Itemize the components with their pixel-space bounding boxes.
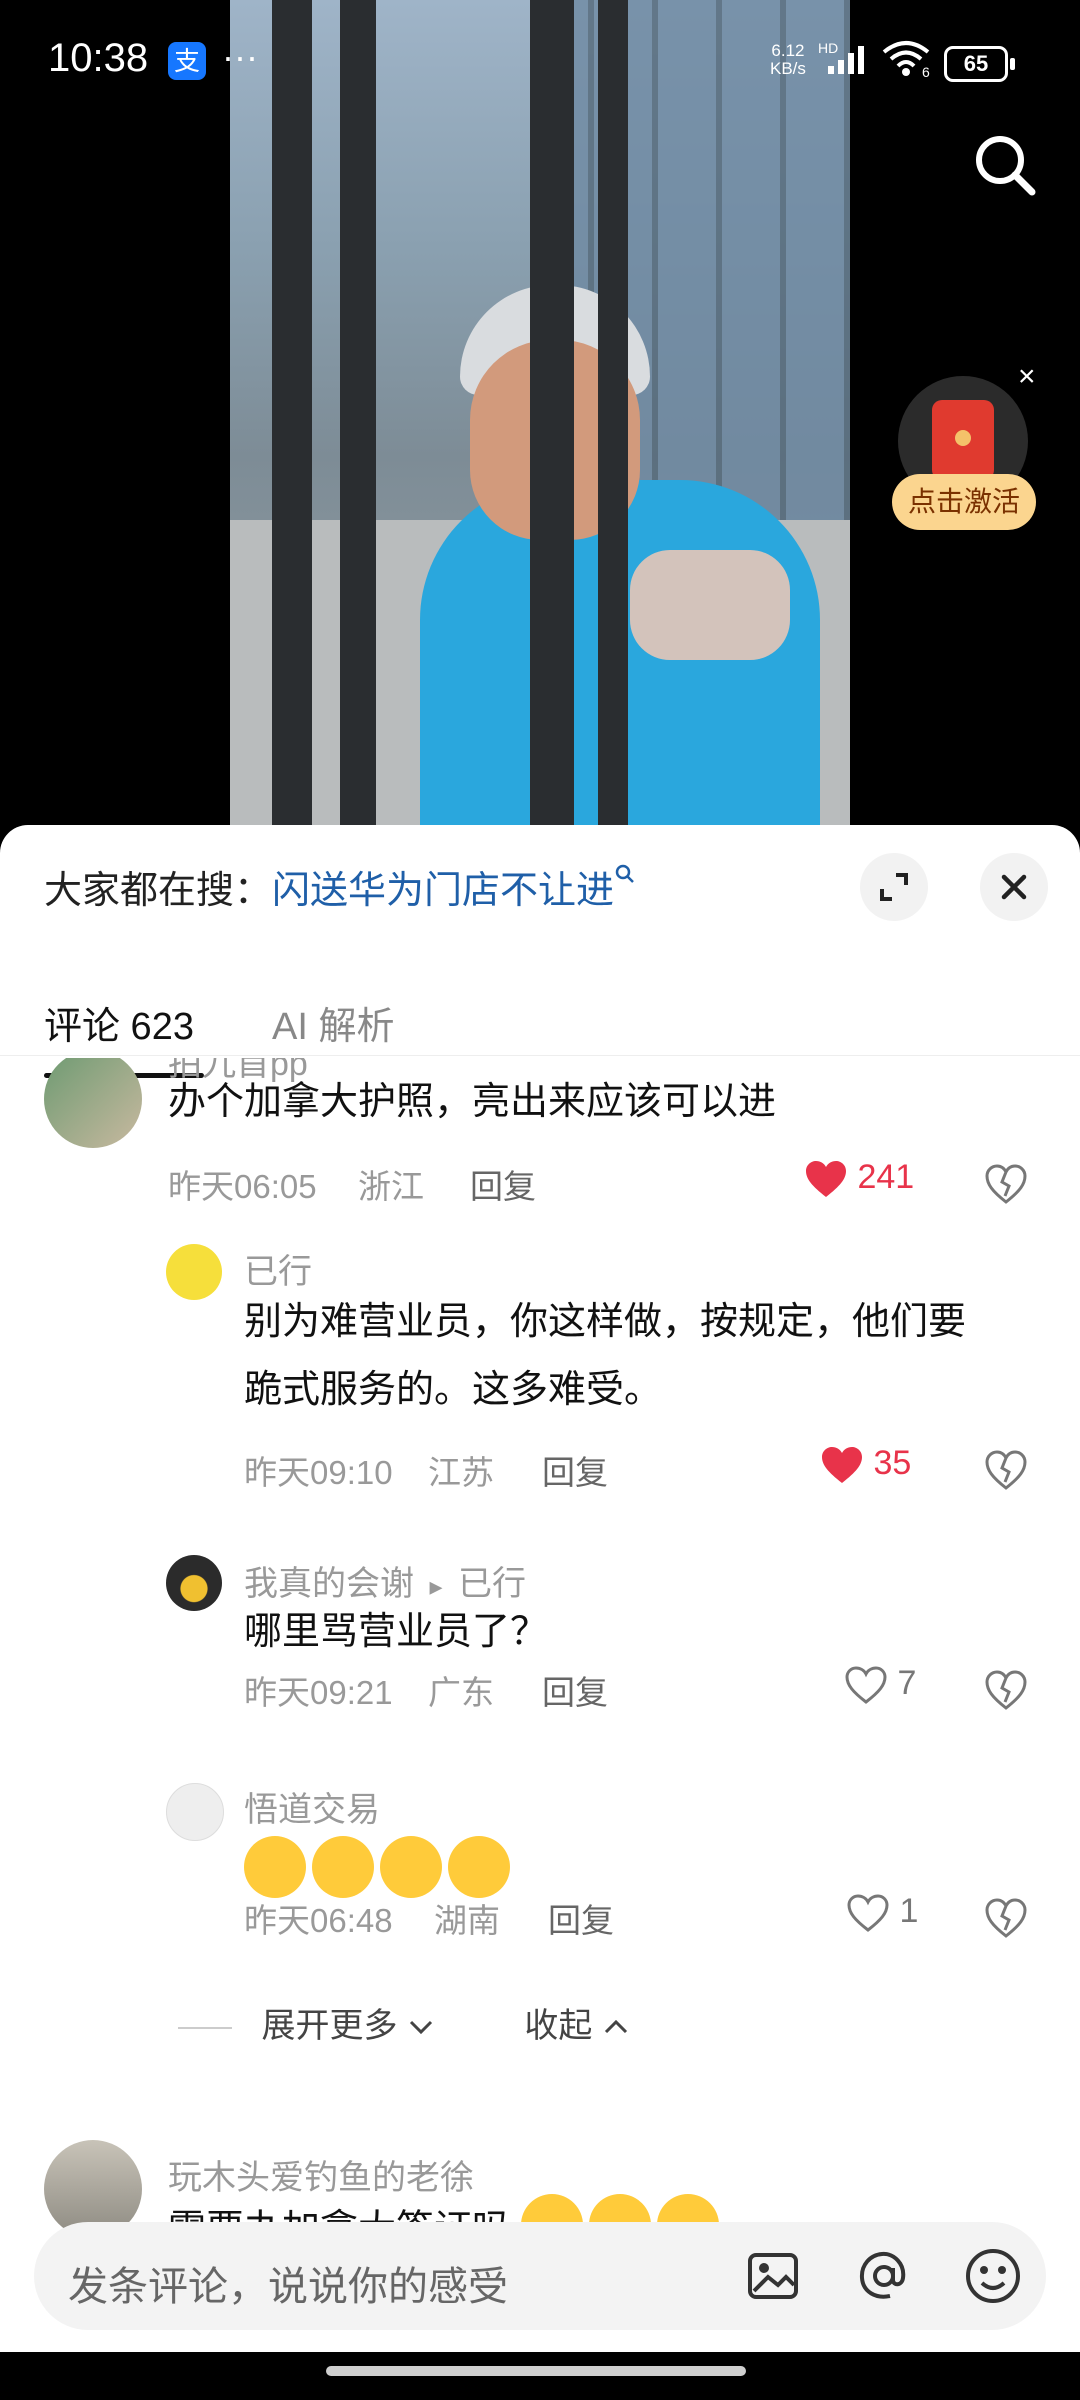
collapse-button[interactable]: 收起 (524, 2007, 629, 2045)
comment-text: 办个加拿大护照，亮出来应该可以进 (168, 1081, 777, 1123)
small-search-icon (615, 864, 634, 883)
dislike-icon[interactable] (984, 1448, 1028, 1492)
emoji-row (244, 1836, 516, 1898)
alipay-icon: 支 (168, 42, 206, 80)
heart-icon (822, 1447, 862, 1484)
net-speed: 6.12 KB/s (770, 42, 806, 78)
wifi-level: 6 (922, 64, 930, 80)
video-door-bar (530, 0, 574, 830)
expand-more-button[interactable]: 展开更多 (261, 2007, 444, 2045)
reply-controls: 展开更多 收起 (178, 1998, 630, 2047)
laugh-cry-emoji-icon (312, 1836, 374, 1898)
collapse-label: 收起 (524, 2007, 593, 2045)
like-count: 1 (899, 1892, 919, 1930)
tab-ai-analysis[interactable]: AI 解析 (272, 995, 394, 1050)
hot-search-prefix: 大家都在搜： (44, 870, 273, 912)
red-packet-activate-button[interactable]: 点击激活 (892, 474, 1036, 530)
reply-author[interactable]: 悟道交易 (244, 1782, 380, 1831)
reply-button[interactable]: 回复 (542, 1446, 608, 1494)
dislike-icon[interactable] (984, 1896, 1028, 1940)
like-button[interactable]: 1 (846, 1892, 918, 1933)
video-door-bar (272, 0, 312, 830)
reply-text-line: 别为难营业员，你这样做，按规定，他们要 (244, 1301, 967, 1343)
laugh-cry-emoji-icon (244, 1836, 306, 1898)
at-icon[interactable] (856, 2248, 912, 2304)
expand-more-label: 展开更多 (261, 2007, 398, 2045)
comment-sheet: 大家都在搜：闪送华为门店不让进 评论 623 AI 解析 拍九首pp 办个加拿大… (0, 825, 1080, 2400)
expand-button[interactable] (860, 853, 928, 921)
reply-button[interactable]: 回复 (548, 1894, 614, 1942)
hot-search-bar[interactable]: 大家都在搜：闪送华为门店不让进 (44, 859, 636, 914)
net-speed-value: 6.12 (771, 41, 805, 60)
avatar[interactable] (166, 1244, 222, 1300)
heart-outline-icon (847, 1894, 889, 1932)
more-notifications-icon: ··· (222, 36, 258, 77)
hot-search-query[interactable]: 闪送华为门店不让进 (272, 870, 614, 912)
red-packet-icon (932, 400, 994, 480)
red-packet-close-icon[interactable]: × (1018, 360, 1036, 394)
video-door-bar (340, 0, 376, 830)
image-icon[interactable] (746, 2249, 800, 2303)
close-icon (1001, 874, 1027, 900)
avatar[interactable] (166, 1783, 224, 1841)
status-time: 10:38 (48, 36, 149, 80)
chevron-down-icon (409, 2020, 432, 2035)
comment-time: 昨天06:05 (168, 1168, 317, 1205)
search-icon[interactable] (970, 130, 1040, 200)
like-button[interactable]: 7 (844, 1664, 916, 1705)
laugh-cry-emoji-icon (380, 1836, 442, 1898)
reply-text: 哪里骂营业员了？ (244, 1611, 549, 1653)
like-button[interactable]: 35 (820, 1444, 911, 1485)
divider-line (178, 2027, 232, 2030)
comment-author[interactable]: 玩木头爱钓鱼的老徐 (168, 2150, 474, 2199)
reply-arrow-icon: ▸ (429, 1571, 443, 1601)
laugh-cry-emoji-icon (448, 1836, 510, 1898)
home-indicator[interactable] (326, 2366, 746, 2376)
status-bar: 10:38 支 ··· 6.12 KB/s HD 6 65 (0, 0, 1080, 120)
reply-button[interactable]: 回复 (470, 1160, 536, 1208)
cell-signal-icon (828, 46, 864, 74)
reply-location: 湖南 (434, 1902, 500, 1939)
like-button[interactable]: 241 (804, 1158, 914, 1199)
avatar[interactable] (44, 1058, 142, 1148)
avatar[interactable] (166, 1555, 222, 1611)
video-frame (230, 0, 850, 830)
heart-outline-icon (845, 1666, 887, 1704)
dislike-icon[interactable] (984, 1668, 1028, 1712)
emoji-icon[interactable] (964, 2247, 1022, 2305)
comment-input-placeholder[interactable]: 发条评论，说说你的感受 (68, 2254, 508, 2312)
video-door-bar (598, 0, 628, 830)
comment-tabs: 评论 623 AI 解析 (0, 955, 1080, 1078)
like-count: 241 (857, 1158, 915, 1196)
chevron-up-icon (604, 2019, 627, 2034)
reply-author[interactable]: 已行 (244, 1244, 312, 1293)
net-speed-unit: KB/s (770, 59, 806, 78)
video-hand (630, 550, 790, 660)
comment-input-bar[interactable]: 发条评论，说说你的感受 (34, 2222, 1046, 2330)
like-count: 35 (873, 1444, 912, 1482)
reply-time: 昨天09:10 (244, 1454, 393, 1491)
system-nav-bar (0, 2352, 1080, 2400)
reply-location: 江苏 (428, 1454, 494, 1491)
reply-text-line: 跪式服务的。这多难受。 (244, 1369, 663, 1411)
comment-list[interactable]: 拍九首pp 办个加拿大护照，亮出来应该可以进 昨天06:05 浙江 回复 241… (0, 1058, 1080, 2238)
dislike-icon[interactable] (984, 1162, 1028, 1206)
reply-time: 昨天09:21 (244, 1674, 393, 1711)
close-button[interactable] (980, 853, 1048, 921)
battery-indicator: 65 (944, 46, 1015, 82)
expand-icon (880, 873, 908, 901)
tab-comments[interactable]: 评论 623 (44, 995, 204, 1078)
like-count: 7 (897, 1664, 917, 1702)
reply-location: 广东 (428, 1674, 494, 1711)
reply-button[interactable]: 回复 (542, 1666, 608, 1714)
heart-icon (806, 1161, 846, 1198)
comment-location: 浙江 (358, 1168, 424, 1205)
reply-time: 昨天06:48 (244, 1902, 393, 1939)
